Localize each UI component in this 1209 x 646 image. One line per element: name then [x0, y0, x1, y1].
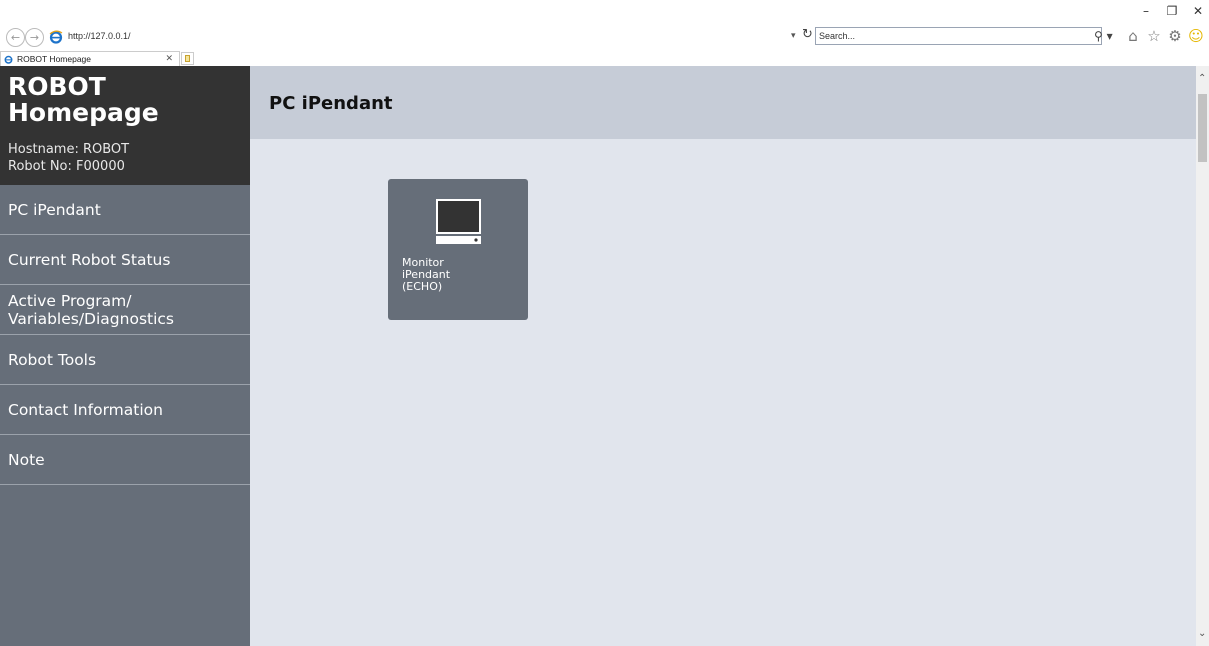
search-input[interactable]	[819, 30, 1059, 42]
sidebar-item-label: Active Program/ Variables/Diagnostics	[8, 292, 174, 328]
new-tab-button[interactable]	[181, 52, 194, 65]
scroll-up-icon[interactable]: ⌃	[1198, 74, 1206, 84]
sidebar: ROBOT Homepage Hostname: ROBOT Robot No:…	[0, 66, 250, 646]
page-title: PC iPendant	[269, 93, 393, 114]
window-controls: – ❐ ✕	[1139, 4, 1205, 18]
ie-logo-icon	[49, 30, 63, 44]
refresh-icon[interactable]: ↻	[802, 27, 813, 42]
hostname-label: Hostname: ROBOT	[8, 142, 130, 157]
settings-gear-icon[interactable]: ⚙	[1166, 27, 1184, 45]
forward-button[interactable]: →	[25, 28, 44, 47]
monitor-ipendant-tile[interactable]: Monitor iPendant (ECHO)	[388, 179, 528, 320]
vertical-scrollbar[interactable]: ⌃ ⌄	[1196, 66, 1209, 646]
search-icon[interactable]: ⚲ ▾	[1094, 29, 1113, 43]
monitor-icon	[436, 199, 481, 244]
page: ROBOT Homepage Hostname: ROBOT Robot No:…	[0, 66, 1209, 646]
address-text[interactable]: http://127.0.0.1/	[68, 31, 131, 41]
favorites-star-icon[interactable]: ☆	[1145, 27, 1163, 45]
forward-arrow-icon: →	[29, 31, 40, 44]
sidebar-item-label: Robot Tools	[8, 351, 97, 369]
main-content: PC iPendant Monitor iPendant (ECHO)	[250, 66, 1196, 646]
close-icon[interactable]: ✕	[1191, 4, 1205, 18]
ie-favicon-icon	[4, 55, 13, 64]
page-header: PC iPendant	[250, 66, 1196, 139]
sidebar-item-robot-tools[interactable]: Robot Tools	[0, 336, 250, 385]
brand-panel: ROBOT Homepage Hostname: ROBOT Robot No:…	[0, 66, 250, 185]
robot-number-label: Robot No: F00000	[8, 159, 125, 174]
back-button[interactable]: ←	[6, 28, 25, 47]
sidebar-item-label: PC iPendant	[8, 201, 101, 219]
tab-title: ROBOT Homepage	[17, 54, 92, 64]
sidebar-item-note[interactable]: Note	[0, 436, 250, 485]
browser-tab[interactable]: ROBOT Homepage ✕	[0, 51, 180, 66]
minimize-icon[interactable]: –	[1139, 4, 1153, 18]
sidebar-item-active-program[interactable]: Active Program/ Variables/Diagnostics	[0, 286, 250, 335]
home-icon[interactable]: ⌂	[1124, 27, 1142, 45]
brand-title: ROBOT Homepage	[8, 72, 159, 127]
browser-chrome: – ❐ ✕ ← → http://127.0.0.1/ ▾ ↻ ⚲ ▾ ⌂ ☆ …	[0, 0, 1209, 66]
address-bar[interactable]	[46, 27, 813, 48]
tab-close-icon[interactable]: ✕	[165, 54, 173, 64]
sidebar-item-current-robot-status[interactable]: Current Robot Status	[0, 236, 250, 285]
toolbar-icons: ⌂ ☆ ⚙ ☺	[1124, 27, 1205, 45]
back-arrow-icon: ←	[10, 31, 21, 44]
sidebar-item-label: Current Robot Status	[8, 251, 171, 269]
scroll-down-icon[interactable]: ⌄	[1198, 629, 1206, 639]
search-box[interactable]	[815, 27, 1102, 45]
sidebar-item-label: Note	[8, 451, 45, 469]
restore-icon[interactable]: ❐	[1165, 4, 1179, 18]
sidebar-item-label: Contact Information	[8, 401, 163, 419]
tile-label: Monitor iPendant (ECHO)	[402, 256, 451, 293]
feedback-smiley-icon[interactable]: ☺	[1187, 27, 1205, 45]
scroll-thumb[interactable]	[1198, 94, 1207, 162]
sidebar-item-pc-ipendant[interactable]: PC iPendant	[0, 186, 250, 235]
sidebar-item-contact-information[interactable]: Contact Information	[0, 386, 250, 435]
address-dropdown-icon[interactable]: ▾	[791, 31, 796, 41]
